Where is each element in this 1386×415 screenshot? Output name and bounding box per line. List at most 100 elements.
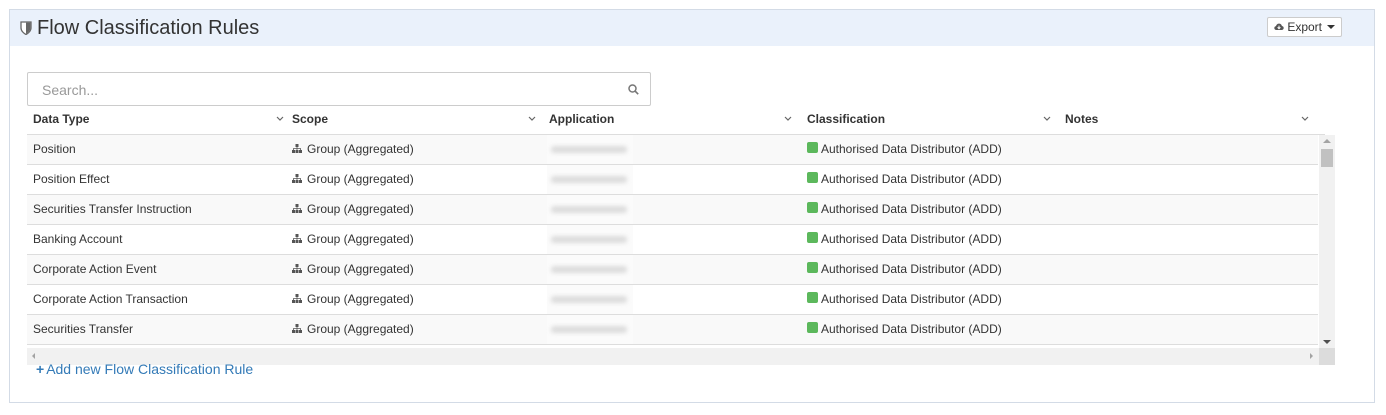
classification-label: Authorised Data Distributor (ADD)	[821, 262, 1002, 276]
classification-cell: Authorised Data Distributor (ADD)	[807, 255, 1002, 283]
chevron-down-icon[interactable]	[1301, 116, 1309, 122]
export-label: Export	[1287, 20, 1322, 34]
sitemap-icon	[292, 174, 302, 184]
column-header-scope[interactable]: Scope	[292, 109, 542, 134]
add-flow-classification-rule-link[interactable]: + Add new Flow Classification Rule	[36, 361, 253, 377]
classification-color-swatch	[807, 232, 818, 244]
scope-label: Group (Aggregated)	[307, 292, 414, 306]
classification-label: Authorised Data Distributor (ADD)	[821, 202, 1002, 216]
table-row[interactable]: Position Group (Aggregated) Authorised D…	[27, 135, 1318, 165]
chevron-down-icon[interactable]	[528, 116, 536, 122]
table-row[interactable]: Securities Transfer Group (Aggregated) A…	[27, 315, 1318, 345]
scroll-right-arrow-icon[interactable]	[1310, 353, 1313, 359]
add-rule-label: Add new Flow Classification Rule	[46, 361, 254, 377]
search-input[interactable]	[40, 81, 624, 99]
data-type-cell: Securities Transfer Instruction	[33, 202, 192, 216]
scope-cell: Group (Aggregated)	[292, 135, 414, 163]
table-row[interactable]: Position Effect Group (Aggregated) Autho…	[27, 165, 1318, 195]
plus-icon: +	[36, 361, 45, 377]
classification-color-swatch	[807, 202, 818, 214]
application-cell-redacted[interactable]	[547, 195, 633, 224]
scrollbar-thumb[interactable]	[1321, 149, 1333, 167]
column-header-data-type[interactable]: Data Type	[33, 109, 285, 134]
data-type-cell: Position Effect	[33, 172, 110, 186]
table-row[interactable]: Securities Transfer Instruction Group (A…	[27, 195, 1318, 225]
scope-cell: Group (Aggregated)	[292, 165, 414, 193]
classification-cell: Authorised Data Distributor (ADD)	[807, 135, 1002, 163]
search-icon[interactable]	[628, 84, 639, 95]
column-header-label: Application	[549, 112, 615, 126]
sitemap-icon	[292, 204, 302, 214]
classification-color-swatch	[807, 262, 818, 274]
classification-label: Authorised Data Distributor (ADD)	[821, 292, 1002, 306]
column-header-notes[interactable]: Notes	[1065, 109, 1315, 134]
scope-label: Group (Aggregated)	[307, 142, 414, 156]
caret-down-icon	[1327, 25, 1335, 29]
column-header-label: Classification	[807, 112, 886, 126]
table-row[interactable]: Corporate Action Event Group (Aggregated…	[27, 255, 1318, 285]
table-row[interactable]: Corporate Action Transaction Group (Aggr…	[27, 285, 1318, 315]
scope-cell: Group (Aggregated)	[292, 315, 414, 343]
scroll-left-arrow-icon[interactable]	[32, 353, 35, 359]
data-type-cell: Position	[33, 142, 76, 156]
scope-cell: Group (Aggregated)	[292, 195, 414, 223]
scope-label: Group (Aggregated)	[307, 172, 414, 186]
data-type-cell: Banking Account	[33, 232, 123, 246]
classification-color-swatch	[807, 322, 818, 334]
classification-color-swatch	[807, 172, 818, 184]
classification-label: Authorised Data Distributor (ADD)	[821, 142, 1002, 156]
panel-header: Flow Classification Rules Export	[10, 10, 1374, 46]
sitemap-icon	[292, 294, 302, 304]
application-cell-redacted[interactable]	[547, 285, 633, 314]
vertical-scrollbar[interactable]	[1319, 135, 1335, 348]
classification-label: Authorised Data Distributor (ADD)	[821, 322, 1002, 336]
scroll-up-arrow-icon[interactable]	[1323, 139, 1331, 143]
scope-label: Group (Aggregated)	[307, 262, 414, 276]
application-cell-redacted[interactable]	[547, 135, 633, 164]
column-header-label: Scope	[292, 112, 329, 126]
classification-label: Authorised Data Distributor (ADD)	[821, 172, 1002, 186]
scope-cell: Group (Aggregated)	[292, 225, 414, 253]
classification-cell: Authorised Data Distributor (ADD)	[807, 195, 1002, 223]
search-box[interactable]	[27, 72, 651, 106]
application-cell-redacted[interactable]	[547, 225, 633, 254]
application-cell-redacted[interactable]	[547, 315, 633, 344]
classification-cell: Authorised Data Distributor (ADD)	[807, 315, 1002, 343]
scope-cell: Group (Aggregated)	[292, 255, 414, 283]
scope-label: Group (Aggregated)	[307, 322, 414, 336]
sitemap-icon	[292, 324, 302, 334]
data-type-cell: Corporate Action Event	[33, 262, 157, 276]
rules-table: Data Type Scope Application Classificati…	[27, 109, 1336, 365]
scrollbar-corner	[1319, 348, 1335, 365]
application-cell-redacted[interactable]	[547, 255, 633, 284]
application-cell-redacted[interactable]	[547, 165, 633, 194]
scroll-down-arrow-icon[interactable]	[1323, 340, 1331, 344]
sitemap-icon	[292, 264, 302, 274]
cloud-download-icon	[1274, 23, 1285, 30]
column-header-label: Notes	[1065, 112, 1099, 126]
shield-icon	[20, 21, 32, 35]
page-title: Flow Classification Rules	[37, 17, 260, 39]
classification-cell: Authorised Data Distributor (ADD)	[807, 225, 1002, 253]
column-header-label: Data Type	[33, 112, 90, 126]
scope-label: Group (Aggregated)	[307, 202, 414, 216]
data-type-cell: Corporate Action Transaction	[33, 292, 188, 306]
classification-color-swatch	[807, 142, 818, 154]
chevron-down-icon[interactable]	[784, 116, 792, 122]
sitemap-icon	[292, 144, 302, 154]
chevron-down-icon[interactable]	[276, 116, 284, 122]
column-header-application[interactable]: Application	[549, 109, 799, 134]
table-body: Position Group (Aggregated) Authorised D…	[27, 135, 1318, 348]
classification-color-swatch	[807, 292, 818, 304]
scope-label: Group (Aggregated)	[307, 232, 414, 246]
table-row[interactable]: Banking Account Group (Aggregated) Autho…	[27, 225, 1318, 255]
sitemap-icon	[292, 234, 302, 244]
column-header-classification[interactable]: Classification	[807, 109, 1057, 134]
scope-cell: Group (Aggregated)	[292, 285, 414, 313]
export-button[interactable]: Export	[1267, 17, 1342, 37]
classification-label: Authorised Data Distributor (ADD)	[821, 232, 1002, 246]
data-type-cell: Securities Transfer	[33, 322, 134, 336]
table-header: Data Type Scope Application Classificati…	[27, 109, 1325, 135]
chevron-down-icon[interactable]	[1043, 116, 1051, 122]
classification-cell: Authorised Data Distributor (ADD)	[807, 285, 1002, 313]
